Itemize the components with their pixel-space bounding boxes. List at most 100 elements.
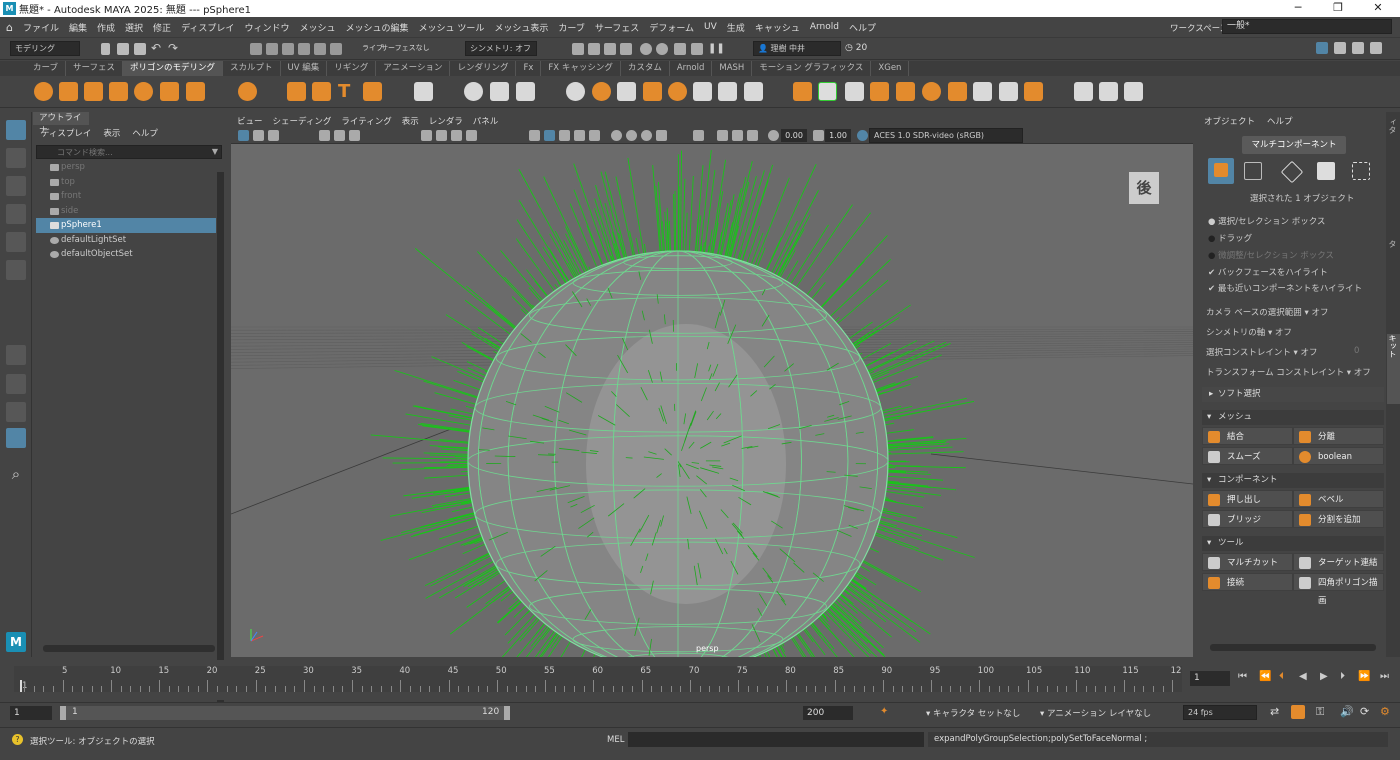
quad-draw-icon[interactable] xyxy=(999,82,1018,101)
append-polygon-icon[interactable] xyxy=(870,82,889,101)
viewport-menu-renderer[interactable]: レンダラ xyxy=(429,115,463,127)
open-scene-icon[interactable] xyxy=(117,43,129,55)
snap-point-icon[interactable] xyxy=(330,43,342,55)
menu-cache[interactable]: キャッシュ xyxy=(755,21,800,34)
range-end-handle[interactable] xyxy=(504,706,510,720)
step-back-frame-icon[interactable]: ⏪ xyxy=(1259,671,1271,682)
arnold-render-icon[interactable] xyxy=(656,43,668,55)
toolkit-menu-help[interactable]: ヘルプ xyxy=(1267,115,1293,127)
key-icon[interactable]: ⚿ xyxy=(1316,705,1324,719)
grid-icon[interactable] xyxy=(414,82,433,101)
menu-curves[interactable]: カーブ xyxy=(558,21,584,34)
platonic-solid-icon[interactable] xyxy=(238,82,257,101)
soft-select-section[interactable]: ▸ソフト選択 xyxy=(1202,387,1384,402)
play-backwards-icon[interactable]: ◀ xyxy=(1299,671,1307,682)
quad-draw-button[interactable]: 四角ポリゴン描画 xyxy=(1293,573,1384,591)
viewport-menu-shading[interactable]: シェーディング xyxy=(273,115,332,127)
isolate-select-icon[interactable] xyxy=(693,130,704,141)
shelf-tab-fx-caching[interactable]: FX キャッシング xyxy=(541,61,620,76)
arnold-ipr-icon[interactable] xyxy=(674,43,686,55)
extrude-button[interactable]: 押し出し xyxy=(1202,490,1293,508)
bridge-icon[interactable] xyxy=(845,82,864,101)
menu-modify[interactable]: 修正 xyxy=(153,21,171,34)
menu-display[interactable]: ディスプレイ xyxy=(181,21,234,34)
connect-button[interactable]: 接続 xyxy=(1202,573,1293,591)
smooth-button[interactable]: スムーズ xyxy=(1202,447,1293,465)
character-set-dropdown[interactable]: ▾ キャラクタ セットなし xyxy=(926,707,1020,719)
home-icon[interactable]: ⌂ xyxy=(6,21,13,34)
wireframe-on-shaded-icon[interactable] xyxy=(529,130,540,141)
radio-select-box[interactable]: ● 選択/セレクション ボックス xyxy=(1208,215,1325,227)
x-ray-joints-icon[interactable] xyxy=(559,130,570,141)
maya-home-icon[interactable]: M xyxy=(6,632,26,652)
animation-preferences-icon[interactable]: ⚙ xyxy=(1380,705,1390,718)
range-start-handle[interactable] xyxy=(60,706,66,720)
camera-based-selection-row[interactable]: カメラ ベースの選択範囲 ▾ オフ xyxy=(1206,306,1328,318)
outliner-item-default-light-set[interactable]: defaultLightSet xyxy=(36,233,216,248)
render-current-frame-icon[interactable] xyxy=(572,43,584,55)
viewport-menu-panels[interactable]: パネル xyxy=(473,115,499,127)
shelf-tab-custom[interactable]: カスタム xyxy=(621,61,670,76)
add-divisions-button[interactable]: 分割を追加 xyxy=(1293,510,1384,528)
step-forward-key-icon[interactable]: ⏵ xyxy=(1340,671,1345,682)
outliner-menu-help[interactable]: ヘルプ xyxy=(132,127,158,139)
outliner-item-default-object-set[interactable]: defaultObjectSet xyxy=(36,247,216,262)
merge-icon[interactable] xyxy=(948,82,967,101)
menu-arnold[interactable]: Arnold xyxy=(810,22,839,32)
play-forwards-icon[interactable]: ▶ xyxy=(1320,671,1328,682)
film-gate-icon[interactable] xyxy=(334,130,345,141)
poly-cone-icon[interactable] xyxy=(109,82,128,101)
close-button[interactable]: ✕ xyxy=(1358,0,1398,17)
gamma-field[interactable]: 1.00 xyxy=(825,129,851,142)
mesh-section[interactable]: ▾メッシュ xyxy=(1202,410,1384,425)
target-weld-button[interactable]: ターゲット連結 xyxy=(1293,553,1384,571)
mirror-icon[interactable] xyxy=(668,82,687,101)
boolean-button[interactable]: boolean xyxy=(1293,447,1384,465)
selection-constraint-row[interactable]: 選択コンストレイント ▾ オフ xyxy=(1206,346,1318,358)
wireframe-icon[interactable] xyxy=(421,130,432,141)
edge-mode-icon[interactable] xyxy=(1281,161,1304,184)
loop-icon[interactable]: ⇄ xyxy=(1270,705,1279,718)
bookmarks-icon[interactable] xyxy=(268,130,279,141)
chevron-down-icon[interactable]: ▼ xyxy=(212,147,218,156)
combine-icon[interactable] xyxy=(566,82,585,101)
poly-cylinder-icon[interactable] xyxy=(84,82,103,101)
live-surface-value[interactable]: サーフェスなし xyxy=(381,43,430,53)
view-cube[interactable]: 後 xyxy=(1129,172,1159,204)
modeling-toolkit-toggle-icon[interactable] xyxy=(1316,42,1328,54)
menu-surfaces[interactable]: サーフェス xyxy=(595,21,639,34)
range-slider[interactable]: 1 120 xyxy=(60,706,510,720)
make-live-icon[interactable] xyxy=(1024,82,1043,101)
offset-edge-loop-icon[interactable] xyxy=(922,82,941,101)
scale-tool-icon[interactable] xyxy=(6,260,26,280)
super-shape-icon[interactable] xyxy=(287,82,306,101)
channel-box-toggle-icon[interactable] xyxy=(1370,42,1382,54)
smooth-icon[interactable] xyxy=(617,82,636,101)
step-forward-frame-icon[interactable]: ⏩ xyxy=(1358,671,1370,682)
time-ruler[interactable]: 1 51015202530354045505560657075808590951… xyxy=(14,666,1182,692)
poly-cube-icon[interactable] xyxy=(59,82,78,101)
undo-icon[interactable]: ↶ xyxy=(151,43,163,55)
outliner-item-psphere1[interactable]: pSphere1 xyxy=(36,218,216,233)
bevel-button[interactable]: ベベル xyxy=(1293,490,1384,508)
shelf-tab-mash[interactable]: MASH xyxy=(712,61,752,76)
save-scene-icon[interactable] xyxy=(134,43,146,55)
key-filter-icon[interactable] xyxy=(1291,705,1305,719)
poly-torus-icon[interactable] xyxy=(134,82,153,101)
single-view-layout-icon[interactable] xyxy=(6,345,26,365)
spin-edge-icon[interactable] xyxy=(1124,82,1143,101)
select-hierarchy-icon[interactable] xyxy=(250,43,262,55)
auto-key-icon[interactable]: ✦ xyxy=(880,706,888,717)
combine-button[interactable]: 結合 xyxy=(1202,427,1293,445)
sweep-mesh-icon[interactable] xyxy=(312,82,331,101)
toolkit-horizontal-scrollbar[interactable] xyxy=(1210,644,1376,651)
x-ray-icon[interactable] xyxy=(544,130,555,141)
select-camera-icon[interactable] xyxy=(238,130,249,141)
hypershade-icon[interactable] xyxy=(620,43,632,55)
default-material-icon[interactable] xyxy=(451,130,462,141)
attribute-editor-toggle-icon[interactable] xyxy=(1334,42,1346,54)
shelf-tab-fx[interactable]: Fx xyxy=(516,61,541,76)
checkbox-highlight-nearest[interactable]: ✔ 最も近いコンポーネントをハイライト xyxy=(1208,282,1362,294)
menu-mesh-display[interactable]: メッシュ表示 xyxy=(494,21,548,34)
mode-dropdown[interactable]: モデリング xyxy=(10,41,80,56)
